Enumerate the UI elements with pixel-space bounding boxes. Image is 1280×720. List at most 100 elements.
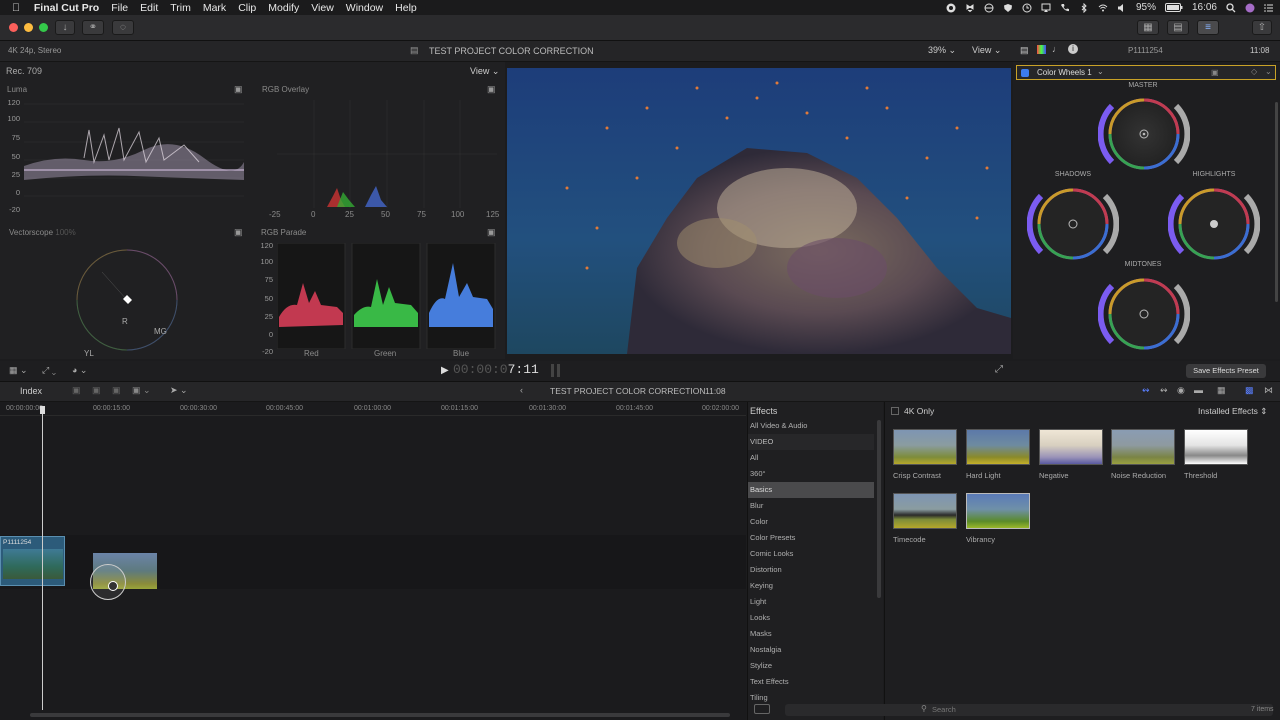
fullscreen-icon[interactable]: ⤢ — [995, 364, 1003, 375]
enable-checkbox[interactable] — [1021, 69, 1029, 77]
play-button[interactable]: ▶ — [441, 365, 449, 376]
inspector-video-tab[interactable]: ▤ — [1020, 45, 1029, 56]
effects-category-item[interactable]: 360° — [748, 466, 874, 482]
audio-skimming-icon[interactable]: ↭ — [1160, 385, 1168, 396]
color-wheel-master[interactable] — [1098, 92, 1190, 180]
mask-icon[interactable]: ▣ — [1211, 68, 1219, 77]
share-button[interactable]: ⇧ — [1252, 20, 1272, 35]
timeline-horizontal-scrollbar[interactable] — [30, 713, 730, 717]
select-tool-icon[interactable]: ➤ ⌄ — [170, 385, 188, 396]
airplay-icon[interactable] — [1041, 3, 1051, 12]
effects-category-item[interactable]: Light — [748, 594, 874, 610]
shield-icon[interactable] — [1003, 3, 1013, 12]
effects-category-item[interactable]: Nostalgia — [748, 642, 874, 658]
effects-category-item[interactable]: Basics — [748, 482, 874, 498]
effects-category-item[interactable]: Keying — [748, 578, 874, 594]
inspector-audio-tab[interactable]: ♩ — [1052, 44, 1061, 54]
effects-category-item[interactable]: All Video & Audio — [748, 418, 874, 434]
show-libraries-button[interactable]: ▦ — [1137, 20, 1159, 35]
playhead[interactable] — [42, 408, 43, 710]
effects-category-item[interactable]: Masks — [748, 626, 874, 642]
close-window-button[interactable] — [9, 23, 18, 32]
speed-tool-button[interactable]: ◕ ⌄ — [72, 365, 87, 376]
menu-view[interactable]: View — [305, 2, 340, 14]
clip-appearance-button[interactable]: ▦ ⌄ — [9, 365, 28, 376]
scope-settings-icon[interactable]: ▣ — [234, 84, 243, 95]
menu-help[interactable]: Help — [389, 2, 423, 14]
apple-icon[interactable]:  — [0, 2, 28, 14]
menu-trim[interactable]: Trim — [164, 2, 197, 14]
effects-list-scrollbar[interactable] — [877, 420, 881, 598]
menu-mark[interactable]: Mark — [197, 2, 232, 14]
headphones-icon[interactable]: ◉ — [1177, 385, 1185, 396]
effects-category-item[interactable]: Distortion — [748, 562, 874, 578]
save-effects-preset-button[interactable]: Save Effects Preset — [1186, 364, 1266, 378]
effect-item-vibrancy[interactable]: Vibrancy — [966, 493, 1030, 544]
menu-clip[interactable]: Clip — [232, 2, 262, 14]
effects-category-item[interactable]: Blur — [748, 498, 874, 514]
append-clip-icon[interactable]: ▣ — [112, 385, 121, 396]
effects-search-field[interactable]: ⚲ Search — [785, 704, 1273, 716]
effects-category-item[interactable]: Color Presets — [748, 530, 874, 546]
effects-category-item[interactable]: Looks — [748, 610, 874, 626]
scope-settings-icon[interactable]: ▣ — [487, 84, 496, 95]
menu-window[interactable]: Window — [340, 2, 389, 14]
keyframe-icon[interactable]: ◇ — [1251, 67, 1257, 76]
search-icon[interactable] — [1226, 3, 1236, 13]
background-tasks-button[interactable]: ◌ — [112, 20, 134, 35]
effects-category-item[interactable]: Stylize — [748, 658, 874, 674]
record-icon[interactable] — [946, 3, 956, 13]
transitions-browser-icon[interactable]: ⋈ — [1264, 385, 1273, 396]
user-avatar-icon[interactable] — [1245, 3, 1255, 13]
zoom-window-button[interactable] — [39, 23, 48, 32]
effect-item-noise-reduction[interactable]: Noise Reduction — [1111, 429, 1175, 480]
timeline-clip[interactable]: P1111254 — [0, 536, 65, 586]
clip-appearance-icon[interactable]: ▦ — [1217, 385, 1226, 396]
color-effect-selector[interactable]: Color Wheels 1 ⌄ ▣ ◇ ⌄ — [1016, 65, 1276, 80]
menu-modify[interactable]: Modify — [262, 2, 305, 14]
color-wheel-highlights[interactable] — [1168, 182, 1260, 270]
scope-settings-icon[interactable]: ▣ — [234, 227, 243, 238]
effect-item-negative[interactable]: Negative — [1039, 429, 1103, 480]
filter-checkbox[interactable] — [891, 407, 899, 415]
bluetooth-icon[interactable] — [1079, 3, 1089, 13]
dropbox-icon[interactable] — [965, 3, 975, 13]
show-timeline-button[interactable]: ▤ — [1167, 20, 1189, 35]
skimming-icon[interactable]: ↭ — [1142, 385, 1150, 396]
wifi-icon[interactable] — [1098, 3, 1108, 12]
effect-item-crisp-contrast[interactable]: Crisp Contrast — [893, 429, 957, 480]
show-inspector-button[interactable]: ≡ — [1197, 20, 1219, 35]
effects-category-item[interactable]: Text Effects — [748, 674, 874, 690]
inspector-color-tab[interactable] — [1037, 45, 1046, 54]
time-machine-icon[interactable] — [1022, 3, 1032, 13]
effects-category-item[interactable]: All — [748, 450, 874, 466]
scopes-view-dropdown[interactable]: View ⌄ — [470, 66, 499, 77]
keywords-button[interactable]: ⚭ — [82, 20, 104, 35]
connect-clip-icon[interactable]: ▣ — [72, 385, 81, 396]
index-button[interactable]: Index — [20, 386, 42, 396]
history-back-icon[interactable]: ‹ — [520, 385, 523, 395]
playhead-handle[interactable] — [40, 406, 45, 414]
effects-category-item[interactable]: Color — [748, 514, 874, 530]
globe-icon[interactable] — [984, 3, 994, 13]
import-button[interactable]: ↓ — [55, 20, 75, 35]
phone-icon[interactable] — [1060, 3, 1070, 12]
viewer-view-dropdown[interactable]: View ⌄ — [972, 45, 1001, 56]
inspector-info-tab[interactable]: i — [1068, 44, 1078, 54]
sidebar-toggle-button[interactable] — [754, 704, 770, 714]
chevron-down-icon[interactable]: ⌄ — [1265, 67, 1272, 76]
menu-file[interactable]: File — [105, 2, 134, 14]
installed-effects-dropdown[interactable]: Installed Effects ⇕ — [1198, 406, 1267, 417]
insert-clip-icon[interactable]: ▣ — [92, 385, 101, 396]
video-viewer[interactable] — [507, 68, 1011, 354]
effects-browser-icon[interactable]: ▩ — [1245, 385, 1254, 396]
notification-center-icon[interactable] — [1264, 3, 1274, 12]
menu-edit[interactable]: Edit — [134, 2, 164, 14]
scope-settings-icon[interactable]: ▣ — [487, 227, 496, 238]
effects-category-item[interactable]: Comic Looks — [748, 546, 874, 562]
timeline[interactable]: 00:00:00:00 00:00:15:00 00:00:30:00 00:0… — [0, 402, 746, 720]
color-wheel-shadows[interactable] — [1027, 182, 1119, 270]
menu-clock[interactable]: 16:06 — [1192, 2, 1217, 13]
zoom-dropdown[interactable]: 39% ⌄ — [928, 45, 956, 56]
transform-tool-button[interactable]: ⤢ ⌄ — [42, 365, 56, 376]
